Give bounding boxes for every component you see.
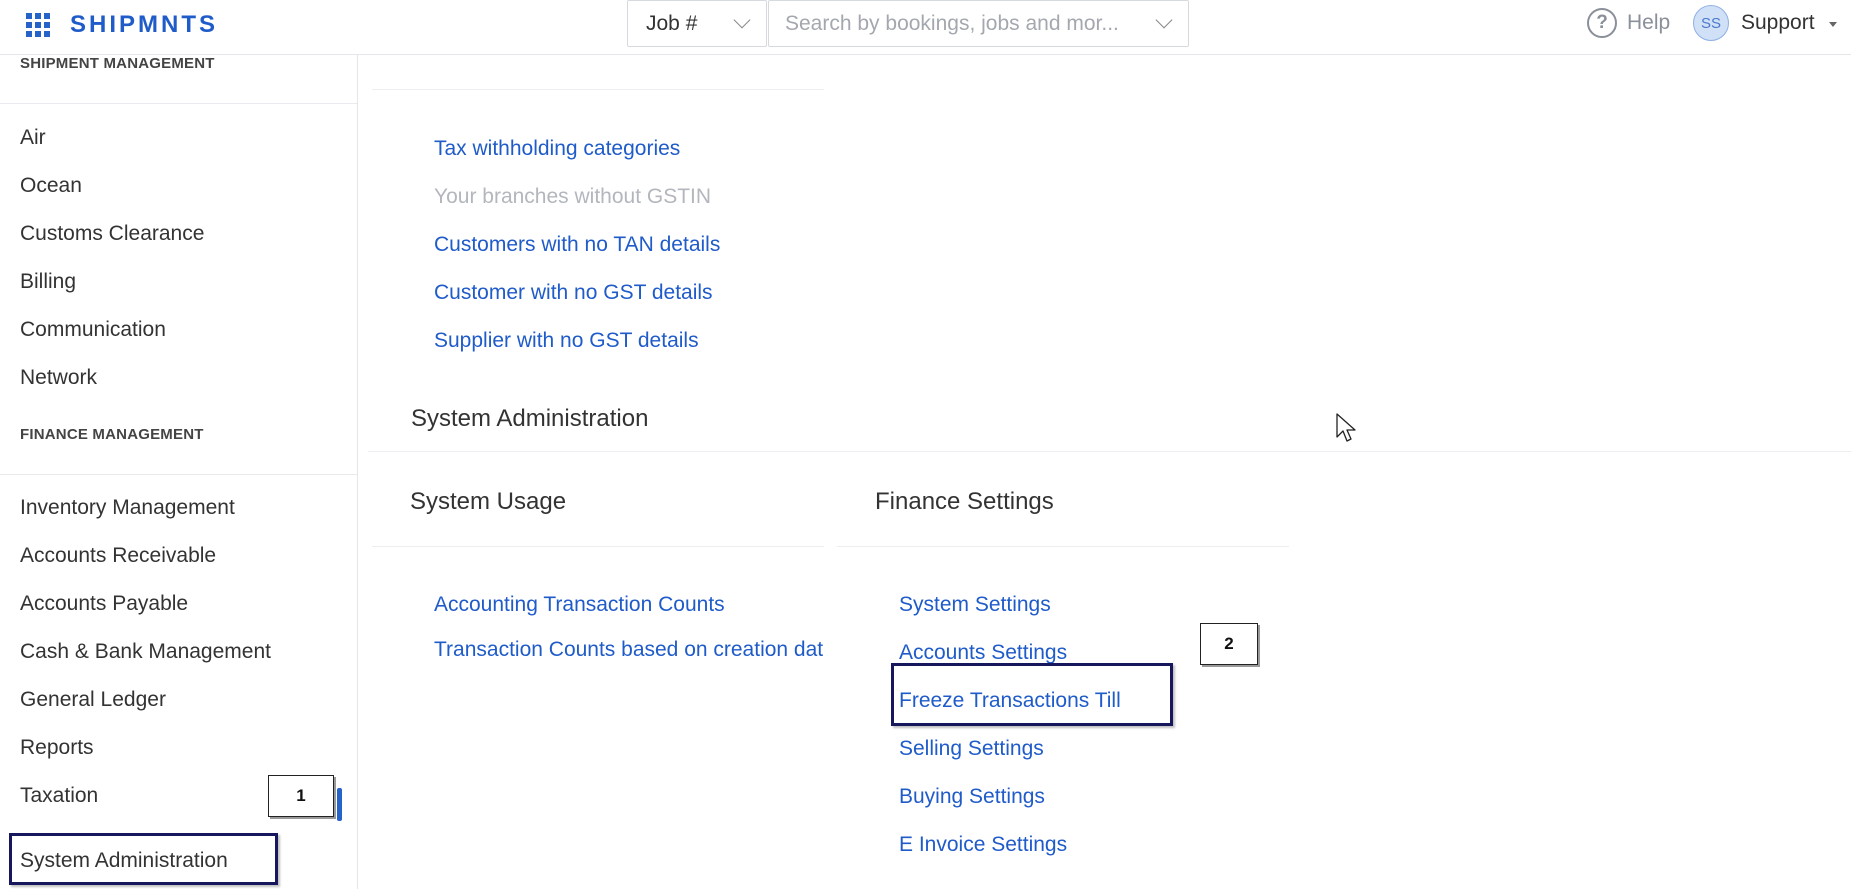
link-tax-withholding-categories[interactable]: Tax withholding categories [434, 137, 680, 161]
highlight-box-system-administration [9, 833, 278, 885]
finance-management-heading: FINANCE MANAGEMENT [20, 426, 204, 443]
link-transaction-counts-creation[interactable]: Transaction Counts based on creation dat… [434, 638, 824, 662]
link-accounts-settings[interactable]: Accounts Settings [899, 641, 1067, 665]
step-marker-2: 2 [1200, 623, 1258, 665]
step-marker-1: 1 [268, 775, 334, 817]
sidebar-item-ocean[interactable]: Ocean [20, 174, 82, 198]
user-avatar[interactable]: SS [1693, 5, 1729, 41]
highlight-box-freeze-transactions [891, 663, 1173, 726]
link-accounting-transaction-counts[interactable]: Accounting Transaction Counts [434, 593, 725, 617]
sidebar-item-accounts-payable[interactable]: Accounts Payable [20, 592, 188, 616]
help-button[interactable]: ? Help [1587, 7, 1670, 39]
help-label: Help [1627, 11, 1671, 34]
divider [368, 451, 1851, 452]
link-customers-no-tan[interactable]: Customers with no TAN details [434, 233, 720, 257]
top-bar: SHIPMNTS Job # ? Help SS Support [0, 0, 1851, 55]
link-e-invoice-settings[interactable]: E Invoice Settings [899, 833, 1067, 857]
search-input[interactable] [785, 9, 1145, 39]
user-menu-name[interactable]: Support [1741, 11, 1815, 35]
card-title-finance-settings: Finance Settings [875, 488, 1054, 515]
sidebar-item-cash-bank-management[interactable]: Cash & Bank Management [20, 640, 271, 664]
shipment-management-heading: SHIPMENT MANAGEMENT [20, 55, 215, 72]
card-title-system-usage: System Usage [410, 488, 567, 515]
mouse-pointer-icon [1336, 413, 1356, 442]
job-type-select[interactable]: Job # [627, 0, 767, 47]
sidebar-item-inventory-management[interactable]: Inventory Management [20, 496, 235, 520]
divider [0, 474, 357, 475]
link-cell: Transaction Counts based on creation dat… [434, 638, 824, 672]
global-search[interactable] [768, 0, 1189, 47]
divider [0, 103, 357, 104]
divider [372, 546, 824, 547]
help-icon: ? [1587, 8, 1617, 38]
sidebar-item-taxation[interactable]: Taxation [20, 784, 98, 808]
sidebar-item-general-ledger[interactable]: General Ledger [20, 688, 166, 712]
section-title-system-administration: System Administration [411, 405, 649, 432]
link-branches-without-gstin: Your branches without GSTIN [434, 185, 712, 208]
caret-down-icon[interactable] [1829, 22, 1837, 27]
active-indicator [337, 788, 342, 821]
divider [372, 89, 824, 90]
link-supplier-no-gst[interactable]: Supplier with no GST details [434, 329, 699, 353]
divider [837, 546, 1289, 547]
link-customer-no-gst[interactable]: Customer with no GST details [434, 281, 713, 305]
link-selling-settings[interactable]: Selling Settings [899, 737, 1044, 761]
sidebar-item-customs-clearance[interactable]: Customs Clearance [20, 222, 204, 246]
brand-logo[interactable]: SHIPMNTS [70, 11, 218, 39]
chevron-down-icon [1155, 11, 1173, 29]
sidebar-item-air[interactable]: Air [20, 126, 46, 150]
chevron-down-icon [733, 11, 751, 29]
sidebar-item-billing[interactable]: Billing [20, 270, 76, 294]
sidebar-item-reports[interactable]: Reports [20, 736, 94, 760]
link-system-settings[interactable]: System Settings [899, 593, 1051, 617]
sidebar-item-accounts-receivable[interactable]: Accounts Receivable [20, 544, 216, 568]
link-buying-settings[interactable]: Buying Settings [899, 785, 1045, 809]
app-grid-icon[interactable] [26, 13, 50, 37]
sidebar: SHIPMENT MANAGEMENT Air Ocean Customs Cl… [0, 55, 358, 889]
sidebar-item-communication[interactable]: Communication [20, 318, 166, 342]
sidebar-item-network[interactable]: Network [20, 366, 97, 390]
job-type-select-label: Job # [646, 12, 698, 35]
